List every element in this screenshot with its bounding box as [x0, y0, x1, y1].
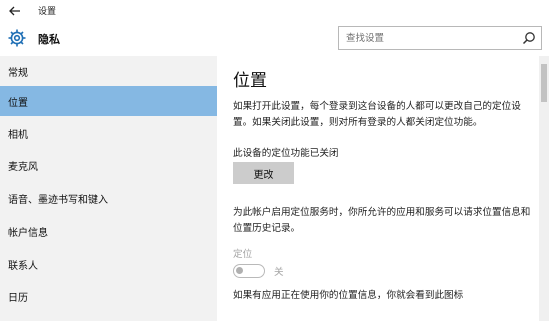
sidebar-item-calendar[interactable]: 日历 — [0, 281, 217, 311]
window-title: 设置 — [38, 7, 57, 17]
sidebar-item-contacts[interactable]: 联系人 — [0, 249, 217, 279]
page-title: 位置 — [233, 71, 267, 91]
location-toggle-label: 定位 — [233, 249, 253, 260]
sidebar-item-label: 语音、墨迹书写和键入 — [8, 194, 108, 206]
sidebar-item-location[interactable]: 位置 — [0, 86, 217, 116]
sidebar-item-camera[interactable]: 相机 — [0, 118, 217, 148]
device-location-status: 此设备的定位功能已关闭 — [233, 148, 339, 159]
sidebar-item-label: 麦克风 — [8, 161, 38, 173]
toggle-state-label: 关 — [274, 267, 284, 278]
sidebar-item-label: 常规 — [8, 67, 28, 79]
back-button[interactable] — [6, 2, 24, 20]
toggle-knob — [236, 267, 243, 274]
sidebar-item-label: 位置 — [8, 97, 28, 109]
sidebar-item-speech-inking-typing[interactable]: 语音、墨迹书写和键入 — [0, 183, 217, 213]
header: 隐私 — [0, 22, 549, 56]
search-box — [338, 26, 542, 50]
change-button[interactable]: 更改 — [233, 162, 294, 184]
sidebar-item-label: 相机 — [8, 129, 28, 141]
search-input[interactable] — [339, 27, 519, 49]
sidebar-item-account-info[interactable]: 帐户信息 — [0, 216, 217, 246]
scrollbar-thumb[interactable] — [541, 64, 547, 102]
sidebar-item-label: 帐户信息 — [8, 227, 48, 239]
page-category-title: 隐私 — [38, 33, 60, 46]
location-description: 如果打开此设置，每个登录到这台设备的人都可以更改自己的定位设置。如果关闭此设置，… — [233, 101, 521, 128]
sidebar: 常规 位置 相机 麦克风 语音、墨迹书写和键入 帐户信息 联系人 日历 — [0, 56, 217, 321]
scrollbar[interactable] — [539, 56, 549, 321]
sidebar-item-label: 日历 — [8, 292, 28, 304]
title-bar: 设置 — [0, 0, 549, 22]
back-arrow-icon — [9, 6, 20, 16]
sidebar-item-general[interactable]: 常规 — [0, 56, 217, 86]
location-toggle[interactable] — [233, 264, 265, 278]
sidebar-item-microphone[interactable]: 麦克风 — [0, 150, 217, 180]
main-content: 位置 如果打开此设置，每个登录到这台设备的人都可以更改自己的定位设置。如果关闭此… — [217, 56, 539, 321]
location-in-use-text: 如果有应用正在使用你的位置信息，你就会看到此图标 — [233, 290, 464, 301]
sidebar-item-label: 联系人 — [8, 260, 38, 272]
search-icon[interactable] — [522, 31, 536, 45]
account-location-description: 为此帐户启用定位服务时，你所允许的应用和服务可以请求位置信息和位置历史记录。 — [233, 207, 531, 234]
gear-icon — [8, 29, 26, 47]
